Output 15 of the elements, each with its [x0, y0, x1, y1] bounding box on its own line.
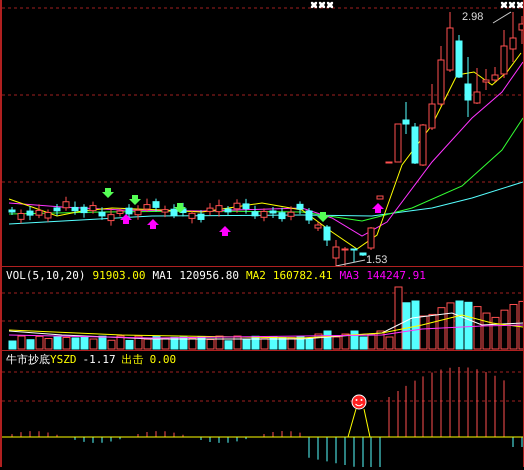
indicator-reading: -1.17 — [82, 353, 116, 367]
indicator-title: 牛市抄底 — [6, 353, 50, 367]
volume-reading: 91903.00 — [92, 269, 146, 283]
volume-title: VOL(5,10,20) — [6, 269, 86, 283]
volume-reading: 120956.80 — [179, 269, 239, 283]
high-price-label: 2.98 — [462, 11, 484, 23]
indicator-reading: 出击 — [122, 353, 144, 367]
indicator-reading: 0.00 — [150, 353, 176, 367]
indicator-reading: YSZD — [50, 353, 76, 367]
volume-reading: MA3 — [339, 269, 360, 283]
volume-reading: 160782.41 — [272, 269, 332, 283]
volume-reading: MA1 — [152, 269, 172, 283]
volume-reading: 144247.91 — [366, 269, 426, 283]
low-price-label: 1.53 — [366, 254, 388, 266]
volume-reading: MA2 — [246, 269, 266, 283]
